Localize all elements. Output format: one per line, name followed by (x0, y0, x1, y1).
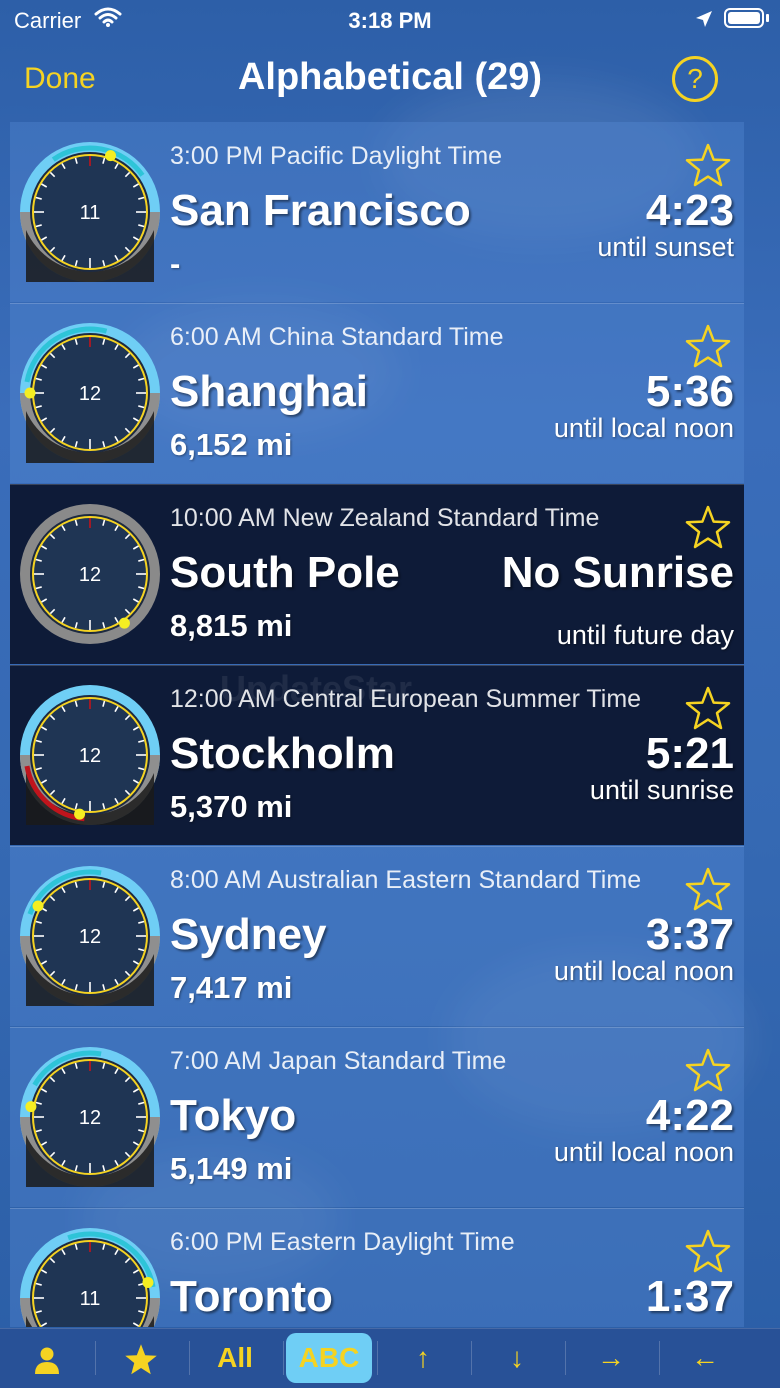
favorite-star-icon[interactable] (684, 1228, 732, 1276)
tab-all[interactable]: All (192, 1333, 278, 1383)
countdown-caption: until local noon (553, 413, 734, 443)
timezone-label: 10:00 AM New Zealand Standard Time (170, 504, 600, 532)
battery-tip (766, 14, 769, 22)
arrow-right-icon[interactable]: → (568, 1333, 654, 1383)
row-divider (10, 1027, 744, 1028)
dial-hour-label: 12 (79, 383, 101, 405)
city-row[interactable]: 12 6:00 AM China Standard Time Shanghai 6,1… (10, 303, 744, 483)
star-icon[interactable] (98, 1333, 184, 1383)
city-name: South Pole (170, 548, 400, 597)
distance-label: 5,149 mi (170, 1151, 293, 1186)
sun-dial-icon: 11 (20, 142, 160, 282)
countdown-value: 4:23 (645, 186, 734, 235)
city-name: Tokyo (170, 1091, 297, 1140)
city-row[interactable]: 12 7:00 AM Japan Standard Time Tokyo 5,149 … (10, 1027, 744, 1207)
distance-label: 6,152 mi (170, 427, 293, 462)
dial-hour-label: 12 (79, 564, 101, 586)
timezone-label: 7:00 AM Japan Standard Time (170, 1047, 507, 1075)
city-name: Shanghai (170, 367, 369, 416)
navigation-bar: Done Alphabetical (29) ? (0, 44, 780, 116)
distance-label: 5,370 mi (170, 789, 293, 824)
sun-dial-icon: 12 (20, 504, 160, 644)
page-title: Alphabetical (29) (237, 56, 543, 98)
city-row[interactable]: 11 6:00 PM Eastern Daylight Time Toronto 1:… (10, 1208, 744, 1327)
status-bar: Carrier 3:18 PM (0, 0, 780, 40)
countdown-caption: until future day (556, 620, 734, 650)
dial-hour-label: 11 (80, 1288, 101, 1310)
sun-dial-icon: 12 (20, 685, 160, 825)
favorite-star-icon[interactable] (684, 685, 732, 733)
toolbar-separator (471, 1341, 472, 1375)
countdown-value: No Sunrise (501, 548, 734, 597)
toolbar-separator (659, 1341, 660, 1375)
countdown-value: 5:36 (645, 367, 734, 416)
countdown-value: 1:37 (645, 1272, 734, 1321)
help-button[interactable]: ? (672, 56, 718, 102)
row-divider (10, 665, 744, 666)
clock-time: 3:18 PM (348, 8, 432, 33)
toolbar-separator (189, 1341, 190, 1375)
city-list[interactable]: 11 3:00 PM Pacific Daylight Time San Franc… (10, 122, 744, 1327)
distance-label: 7,417 mi (170, 970, 293, 1005)
row-divider (10, 846, 744, 847)
countdown-value: 5:21 (645, 729, 734, 778)
favorite-star-icon[interactable] (684, 323, 732, 371)
dial-hour-label: 12 (79, 745, 101, 767)
row-divider (10, 484, 744, 485)
bottom-toolbar: All ABC ↑ ↓ → ← (0, 1328, 780, 1388)
countdown-caption: until local noon (553, 1137, 734, 1167)
countdown-value: 3:37 (645, 910, 734, 959)
city-row[interactable]: 12 10:00 AM New Zealand Standard Time Sout… (10, 484, 744, 664)
favorite-star-icon[interactable] (684, 504, 732, 552)
timezone-label: 6:00 AM China Standard Time (170, 323, 504, 351)
favorite-star-icon[interactable] (684, 866, 732, 914)
dial-hour-label: 12 (79, 1107, 101, 1129)
row-divider (10, 303, 744, 304)
sun-dial-icon: 12 (20, 866, 160, 1006)
distance-label: - (170, 246, 181, 281)
countdown-value: 4:22 (645, 1091, 734, 1140)
distance-label: 8,815 mi (170, 608, 293, 643)
toolbar-separator (565, 1341, 566, 1375)
sun-dial-icon: 12 (20, 1047, 160, 1187)
toolbar-separator (377, 1341, 378, 1375)
city-name: San Francisco (170, 186, 471, 235)
row-divider (10, 1208, 744, 1209)
countdown-caption: until local noon (553, 956, 734, 986)
timezone-label: 6:00 PM Eastern Daylight Time (170, 1228, 515, 1256)
city-name: Toronto (170, 1272, 333, 1321)
city-row[interactable]: 12 8:00 AM Australian Eastern Standard Ti… (10, 846, 744, 1026)
favorite-star-icon[interactable] (684, 142, 732, 190)
timezone-label: 8:00 AM Australian Eastern Standard Time (170, 866, 642, 894)
arrow-left-icon[interactable]: ← (662, 1333, 748, 1383)
city-name: Stockholm (170, 729, 395, 778)
favorite-star-icon[interactable] (684, 1047, 732, 1095)
dial-hour-label: 11 (80, 202, 101, 224)
arrow-down-icon[interactable]: ↓ (474, 1333, 560, 1383)
arrow-up-icon[interactable]: ↑ (380, 1333, 466, 1383)
tab-abc[interactable]: ABC (286, 1333, 372, 1383)
dial-hour-label: 12 (79, 926, 101, 948)
toolbar-separator (283, 1341, 284, 1375)
person-icon[interactable] (4, 1333, 90, 1383)
watermark: UpdateStar (220, 668, 413, 709)
city-name: Sydney (170, 910, 327, 959)
sun-dial-icon: 12 (20, 323, 160, 463)
toolbar-separator (95, 1341, 96, 1375)
countdown-caption: until sunset (597, 232, 734, 262)
sun-dial-icon: 11 (20, 1228, 160, 1327)
city-row[interactable]: 11 3:00 PM Pacific Daylight Time San Franc… (10, 122, 744, 302)
countdown-caption: until sunrise (589, 775, 734, 805)
battery-icon (724, 8, 764, 28)
timezone-label: 3:00 PM Pacific Daylight Time (170, 142, 503, 170)
location-arrow-icon (696, 11, 712, 27)
